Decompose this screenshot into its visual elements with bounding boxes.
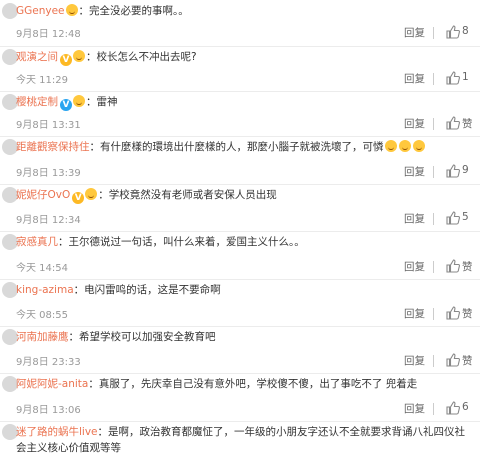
verified-badge-icon: V: [60, 99, 72, 111]
thumbs-up-icon[interactable]: [446, 211, 460, 225]
comment-text: ：完全没必要的事啊。。: [78, 5, 189, 17]
comment-item: 观演之间 V ：校长怎么不冲出去呢? 今天 11:29 回复 1: [0, 46, 480, 92]
thumbs-up-icon[interactable]: [446, 71, 460, 85]
like-count: 8: [462, 25, 469, 37]
timestamp: 9月8日 13:31: [16, 120, 81, 131]
username-link[interactable]: GGenyee: [16, 5, 65, 17]
username-link[interactable]: 寂感真几: [16, 236, 58, 248]
emoji-icon: [73, 95, 85, 107]
comment-line: GGenyee ：完全没必要的事啊。。: [16, 4, 189, 19]
comment-line: 观演之间 V ：校长怎么不冲出去呢?: [16, 50, 197, 66]
reply-button[interactable]: 回复: [404, 71, 425, 86]
reply-button[interactable]: 回复: [404, 25, 425, 40]
comment-text-continued: 会主义核心价值观等等: [16, 442, 121, 454]
comment-item: 迷了路的蜗牛live：是啊，政治教育都魔怔了，一年级的小朋友字还认不全就要求背诵…: [0, 421, 480, 470]
divider: [433, 355, 434, 367]
emoji-icon: [384, 140, 397, 152]
verified-badge-icon: V: [72, 192, 85, 204]
divider: [433, 261, 434, 273]
comment-line: king-azima：电闪雷鸣的话，这是不要命啊: [16, 283, 221, 298]
reply-button[interactable]: 回复: [404, 259, 425, 274]
emoji-icon: [398, 140, 411, 152]
timestamp: 9月8日 13:39: [16, 168, 81, 179]
comment-line: 河南加藤鹰：希望学校可以加强安全教育吧: [16, 330, 216, 345]
divider: [433, 308, 434, 320]
thumbs-up-icon[interactable]: [446, 164, 460, 178]
username-link[interactable]: 观演之间: [16, 51, 58, 63]
timestamp: 今天 08:55: [16, 310, 68, 321]
timestamp: 9月8日 12:48: [16, 29, 81, 40]
username-link[interactable]: 阿妮阿妮-anita: [16, 378, 88, 390]
reply-button[interactable]: 回复: [404, 401, 425, 416]
comment-line: 阿妮阿妮-anita：真服了，先庆幸自己没有意外吧，学校傻不傻，出了事吃不了 兜…: [16, 377, 417, 392]
comment-item: 妮妮仔OvO V ：学校竟然没有老师或者安保人员出现 9月8日 12:34 回复 5: [0, 184, 480, 232]
username-link[interactable]: 距離觀察保持住: [16, 141, 90, 153]
divider: [433, 213, 434, 225]
reply-button[interactable]: 回复: [404, 211, 425, 226]
username-link[interactable]: king-azima: [16, 284, 74, 296]
comment-item: king-azima：电闪雷鸣的话，这是不要命啊 今天 08:55 回复 赞: [0, 279, 480, 327]
reply-button[interactable]: 回复: [404, 306, 425, 321]
comment-line: 距離觀察保持住：有什麼樣的環境出什麼樣的人，那麼小腦子就被洗壞了，可憐: [16, 140, 426, 155]
thumbs-up-icon[interactable]: [446, 259, 460, 273]
comment-text: ：雷神: [86, 96, 118, 108]
thumbs-up-icon[interactable]: [446, 353, 460, 367]
like-count: 6: [462, 401, 469, 413]
comment-item: 河南加藤鹰：希望学校可以加强安全教育吧 9月8日 23:33 回复 赞: [0, 326, 480, 374]
reply-button[interactable]: 回复: [404, 116, 425, 131]
thumbs-up-icon[interactable]: [446, 401, 460, 415]
divider: [433, 403, 434, 415]
verified-badge-icon: V: [60, 54, 72, 66]
comment-line: 寂感真几：王尔德说过一句话，叫什么来着，爱国主义什么。。: [16, 235, 305, 250]
comment-item: GGenyee ：完全没必要的事啊。。 9月8日 12:48 回复 8: [0, 0, 480, 47]
comment-text: ：王尔德说过一句话，叫什么来着，爱国主义什么。。: [58, 236, 305, 248]
like-count: 5: [462, 211, 469, 223]
timestamp: 今天 11:29: [16, 75, 68, 86]
divider: [433, 27, 434, 39]
comment-text: ：希望学校可以加强安全教育吧: [68, 331, 216, 343]
reply-button[interactable]: 回复: [404, 164, 425, 179]
comment-text: ：电闪雷鸣的话，这是不要命啊: [73, 284, 221, 296]
comment-line: 迷了路的蜗牛live：是啊，政治教育都魔怔了，一年级的小朋友字还认不全就要求背诵…: [16, 425, 465, 440]
timestamp: 9月8日 12:34: [16, 215, 81, 226]
comment-text: ：有什麼樣的環境出什麼樣的人，那麼小腦子就被洗壞了，可憐: [89, 141, 384, 153]
username-link[interactable]: 河南加藤鹰: [16, 331, 69, 343]
emoji-icon: [412, 140, 425, 152]
emoji-icon: [73, 50, 85, 62]
like-count: 9: [462, 164, 469, 176]
like-count: 1: [462, 71, 469, 83]
reply-button[interactable]: 回复: [404, 353, 425, 368]
comment-item: 寂感真几：王尔德说过一句话，叫什么来着，爱国主义什么。。 今天 14:54 回复…: [0, 231, 480, 280]
emoji-icon: [65, 4, 78, 16]
emoji-icon: [85, 188, 98, 200]
comment-text: ：学校竟然没有老师或者安保人员出现: [98, 189, 277, 201]
timestamp: 9月8日 13:06: [16, 405, 81, 416]
comment-text: ：真服了，先庆幸自己没有意外吧，学校傻不傻，出了事吃不了 兜着走: [88, 378, 418, 390]
comment-list: GGenyee ：完全没必要的事啊。。 9月8日 12:48 回复 8 观演之间 V…: [0, 0, 480, 470]
divider: [433, 118, 434, 130]
username-link[interactable]: 迷了路的蜗牛live: [16, 426, 98, 438]
username-link[interactable]: 妮妮仔OvO: [16, 189, 70, 201]
timestamp: 今天 14:54: [16, 263, 68, 274]
comment-line: 樱桃定制 V ：雷神: [16, 95, 118, 111]
like-count: 赞: [462, 261, 473, 273]
thumbs-up-icon[interactable]: [446, 25, 460, 39]
divider: [433, 166, 434, 178]
like-count: 赞: [462, 308, 473, 320]
comment-text: ：校长怎么不冲出去呢?: [86, 51, 197, 63]
comment-line: 妮妮仔OvO V ：学校竟然没有老师或者安保人员出现: [16, 188, 277, 204]
timestamp: 9月8日 23:33: [16, 357, 81, 368]
thumbs-up-icon[interactable]: [446, 306, 460, 320]
comment-item: 阿妮阿妮-anita：真服了，先庆幸自己没有意外吧，学校傻不傻，出了事吃不了 兜…: [0, 373, 480, 422]
comment-item: 距離觀察保持住：有什麼樣的環境出什麼樣的人，那麼小腦子就被洗壞了，可憐 9月8日…: [0, 136, 480, 185]
like-count: 赞: [462, 355, 473, 367]
username-link[interactable]: 樱桃定制: [16, 96, 58, 108]
thumbs-up-icon[interactable]: [446, 116, 460, 130]
like-count: 赞: [462, 118, 473, 130]
comment-item: 樱桃定制 V ：雷神 9月8日 13:31 回复 赞: [0, 91, 480, 137]
comment-text: ：是啊，政治教育都魔怔了，一年级的小朋友字还认不全就要求背诵八礼四仪社: [97, 426, 466, 438]
divider: [433, 73, 434, 85]
